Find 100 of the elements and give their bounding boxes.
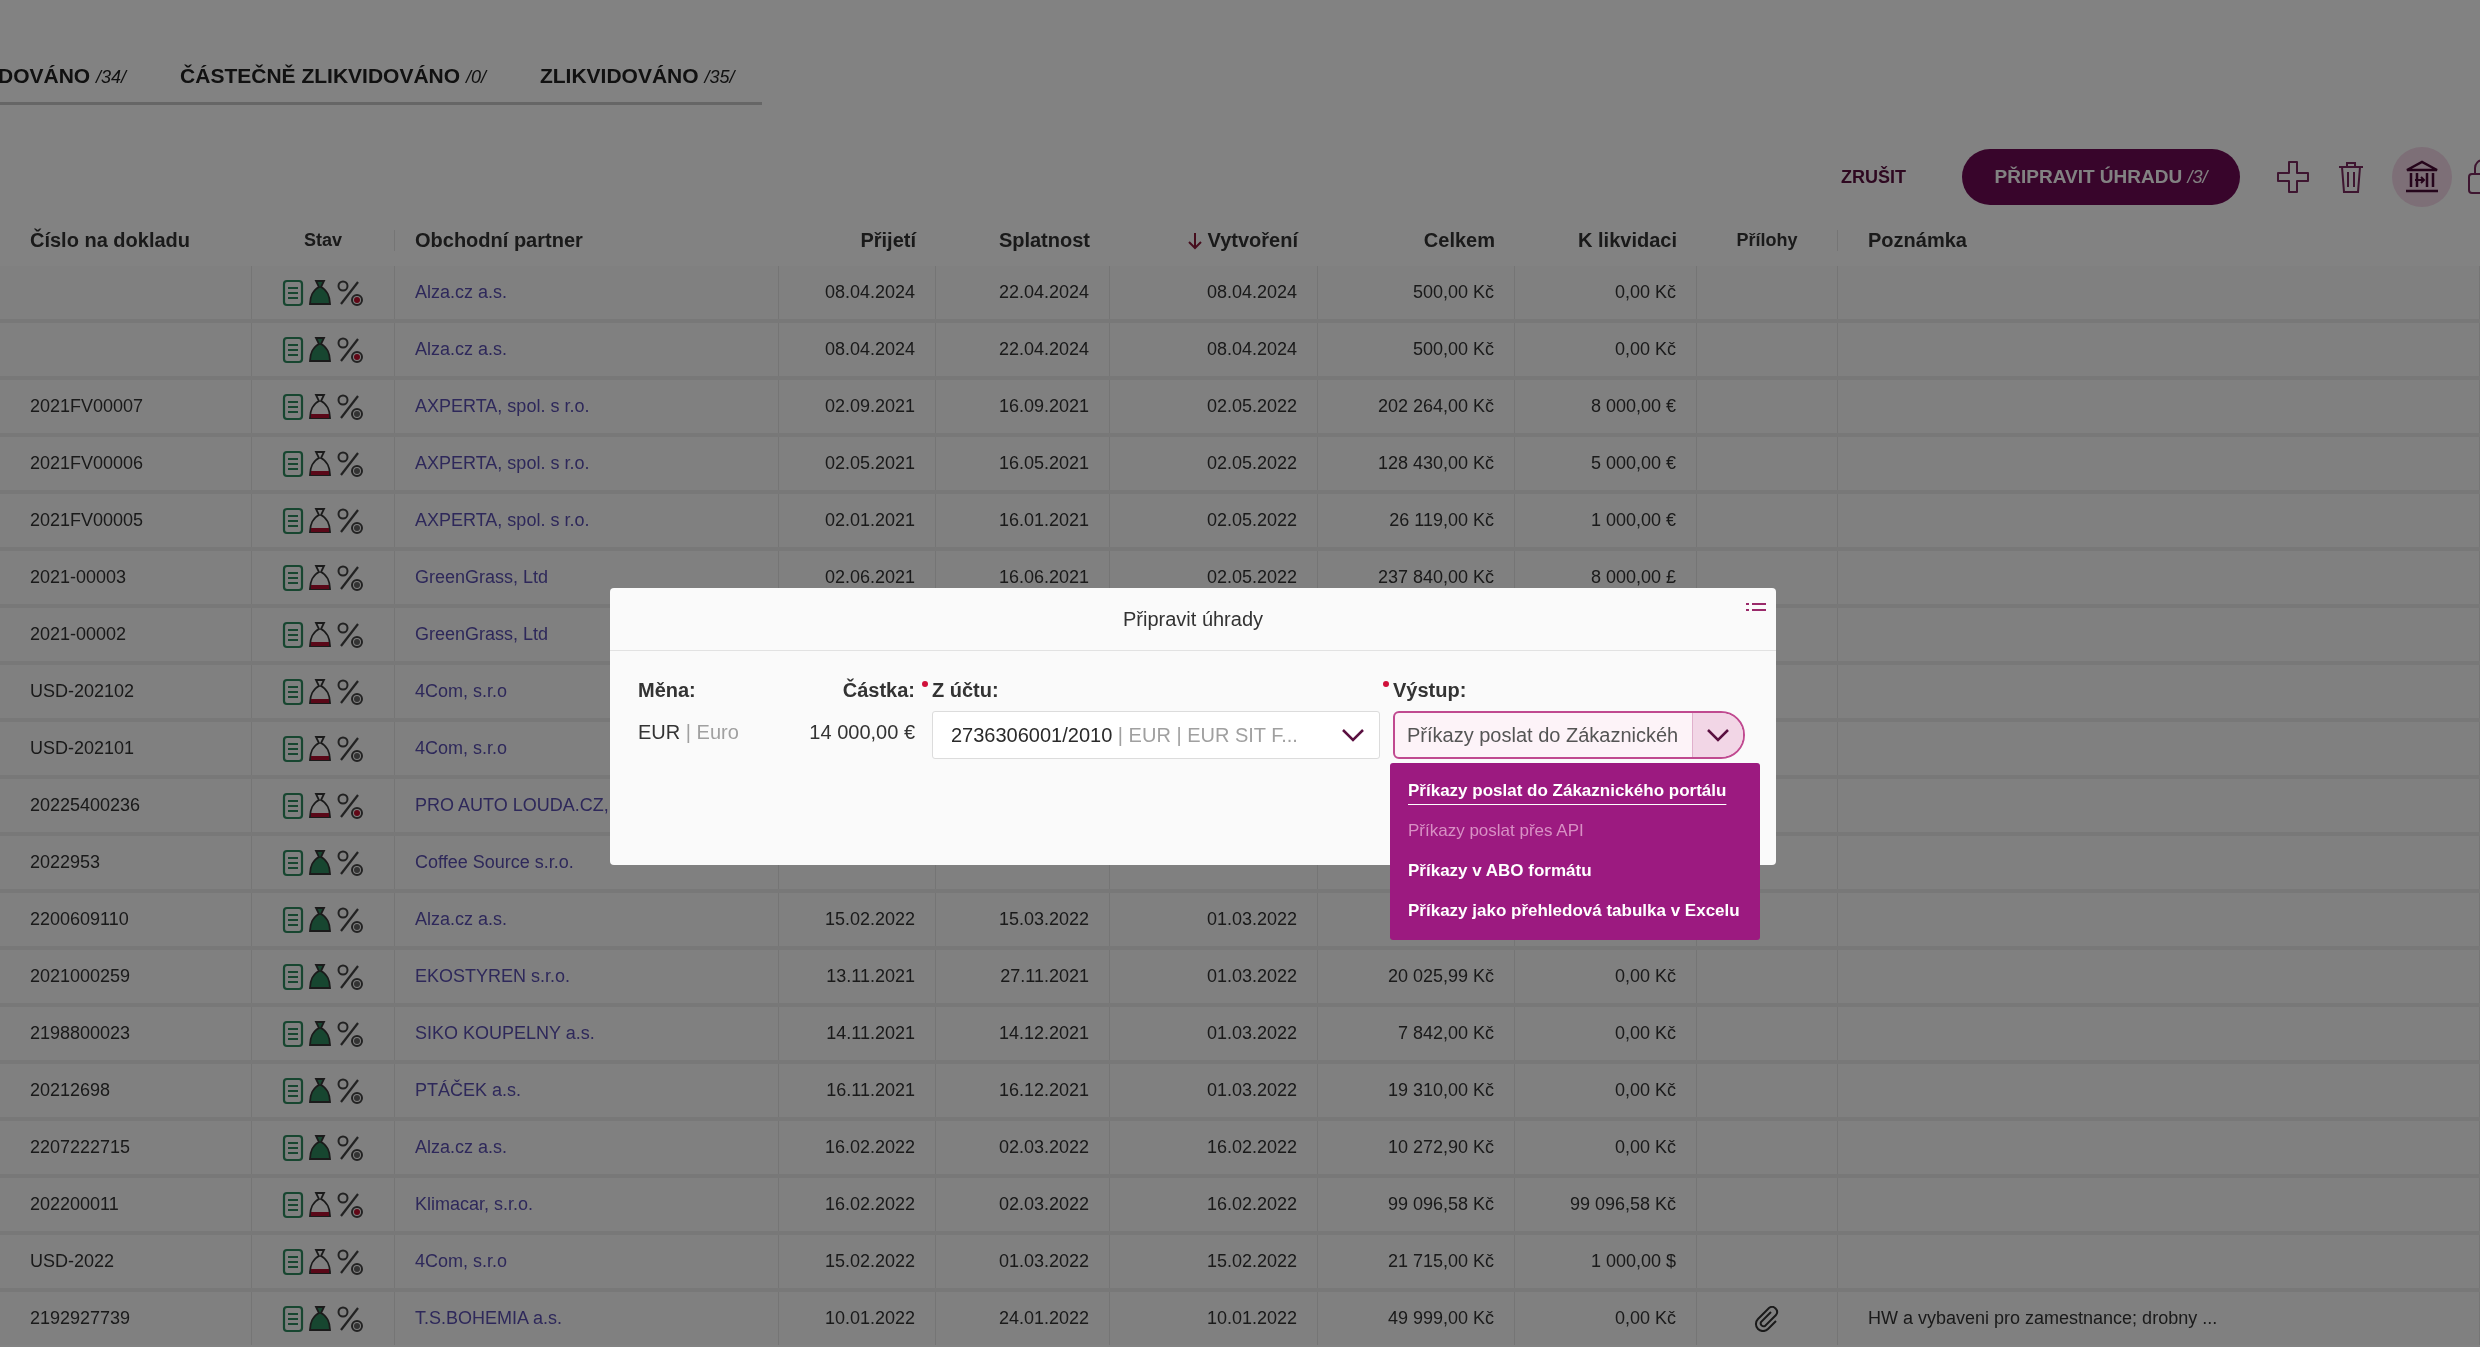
table-cell: 5 000,00 € (1590, 453, 1676, 474)
table-cell: 16.01.2021 (998, 510, 1089, 531)
table-cell: 16.09.2021 (998, 396, 1089, 417)
document-icon (282, 848, 304, 877)
partner-link[interactable]: T.S.BOHEMIA a.s. (415, 1308, 563, 1329)
document-number: 202200011 (30, 1194, 119, 1215)
dropdown-option[interactable]: Příkazy poslat do Zákaznického portálu (1390, 771, 1745, 811)
table-cell: 02.03.2022 (998, 1137, 1089, 1158)
partner-link[interactable]: 4Com, s.r.o (415, 681, 508, 702)
document-icon (282, 1247, 304, 1276)
document-number: USD-202101 (30, 738, 135, 759)
column-label: Poznámka (1868, 229, 1967, 252)
partner-link[interactable]: EKOSTYREN s.r.o. (415, 966, 571, 987)
dropdown-option[interactable]: Příkazy v ABO formátu (1390, 851, 1610, 891)
table-cell: 16.12.2021 (998, 1080, 1089, 1101)
table-cell: 202 264,00 Kč (1377, 396, 1494, 417)
partner-link[interactable]: AXPERTA, spol. s r.o. (415, 510, 590, 531)
table-cell: 22.04.2024 (998, 282, 1089, 303)
dialog-title: Připravit úhrady (1122, 607, 1264, 631)
table-cell: 02.03.2022 (998, 1194, 1089, 1215)
table-cell: 16.05.2021 (998, 453, 1089, 474)
partner-link[interactable]: Coffee Source s.r.o. (415, 852, 574, 873)
column-label: Přílohy (1736, 230, 1798, 251)
partner-link[interactable]: GreenGrass, Ltd (415, 624, 549, 645)
document-icon (282, 620, 304, 649)
cancel-button[interactable]: ZRUŠIT (1841, 160, 1906, 194)
table-cell: 0,00 Kč (1614, 1308, 1676, 1329)
table-cell: 02.09.2021 (824, 396, 915, 417)
document-icon (282, 392, 304, 421)
account-label: Z účtu: (922, 679, 1380, 703)
table-cell: 01.03.2022 (1206, 1023, 1297, 1044)
table-cell: 01.03.2022 (998, 1251, 1089, 1272)
partner-link[interactable]: Alza.cz a.s. (415, 1137, 508, 1158)
column-header[interactable]: Číslo na dokladu (0, 229, 252, 252)
column-header[interactable]: K likvidaci (1515, 229, 1697, 252)
document-icon (282, 734, 304, 763)
table-cell: 8 000,00 £ (1590, 567, 1676, 588)
paperclip-icon[interactable] (1754, 1305, 1780, 1332)
column-header[interactable]: Přijetí (779, 229, 936, 252)
status-tab[interactable]: ČÁSTEČNĚ ZLIKVIDOVÁNO /0/ (180, 64, 486, 88)
partner-link[interactable]: Alza.cz a.s. (415, 282, 508, 303)
column-label: Obchodní partner (415, 229, 583, 252)
document-number: 2192927739 (30, 1308, 131, 1329)
column-header[interactable]: Vytvoření (1110, 229, 1318, 252)
table-cell: 16.06.2021 (998, 567, 1089, 588)
document-number: 2021FV00007 (30, 396, 144, 417)
partner-link[interactable]: SIKO KOUPELNY a.s. (415, 1023, 595, 1044)
column-label: Přijetí (860, 229, 916, 252)
table-cell: 15.02.2022 (1206, 1251, 1297, 1272)
document-number: 20225400236 (30, 795, 141, 816)
document-number: 2021-00003 (30, 567, 127, 588)
status-tab[interactable]: ZLIKVIDOVÁNO /35/ (539, 64, 735, 88)
table-cell: 15.02.2022 (824, 1251, 915, 1272)
partner-link[interactable]: AXPERTA, spol. s r.o. (415, 453, 590, 474)
table-cell: 02.05.2022 (1206, 510, 1297, 531)
document-icon (282, 677, 304, 706)
partner-link[interactable]: PRO AUTO LOUDA.CZ, (415, 795, 609, 816)
table-cell: 01.03.2022 (1206, 1080, 1297, 1101)
table-cell: 0,00 Kč (1614, 1137, 1676, 1158)
table-cell: 49 999,00 Kč (1387, 1308, 1494, 1329)
partner-link[interactable]: 4Com, s.r.o (415, 1251, 508, 1272)
column-label: K likvidaci (1578, 229, 1677, 252)
table-cell: 08.04.2024 (824, 339, 915, 360)
status-tab[interactable]: DOVÁNO /34/ (0, 64, 127, 88)
partner-link[interactable]: Alza.cz a.s. (415, 909, 508, 930)
output-select[interactable]: Příkazy poslat do Zákaznickéh (1393, 711, 1745, 759)
table-cell: 1 000,00 € (1590, 510, 1676, 531)
table-cell: 14.11.2021 (826, 1023, 915, 1044)
partner-link[interactable]: 4Com, s.r.o (415, 738, 508, 759)
column-header[interactable]: Poznámka (1838, 229, 2480, 252)
table-cell: 02.05.2022 (1206, 453, 1297, 474)
document-number: 20212698 (30, 1080, 111, 1101)
column-header[interactable]: Přílohy (1697, 230, 1838, 251)
column-header[interactable]: Celkem (1318, 229, 1515, 252)
table-cell: 15.03.2022 (998, 909, 1089, 930)
table-cell: 237 840,00 Kč (1377, 567, 1494, 588)
document-icon (282, 962, 304, 991)
dropdown-option[interactable]: Příkazy jako přehledová tabulka v Excelu (1390, 891, 1758, 931)
table-cell: 10 272,90 Kč (1387, 1137, 1494, 1158)
column-label: Stav (304, 230, 342, 251)
column-header[interactable]: Stav (252, 230, 395, 251)
partner-link[interactable]: Alza.cz a.s. (415, 339, 508, 360)
document-icon (282, 506, 304, 535)
table-cell: 02.05.2021 (824, 453, 915, 474)
menu-icon[interactable] (1746, 602, 1766, 612)
document-number: 2198800023 (30, 1023, 131, 1044)
partner-link[interactable]: GreenGrass, Ltd (415, 567, 549, 588)
partner-link[interactable]: AXPERTA, spol. s r.o. (415, 396, 590, 417)
table-cell: 16.02.2022 (824, 1194, 915, 1215)
column-header[interactable]: Splatnost (936, 229, 1110, 252)
partner-link[interactable]: Klimacar, s.r.o. (415, 1194, 534, 1215)
prepare-payment-button[interactable]: PŘIPRAVIT ÚHRADU /3/ (1962, 149, 2240, 205)
chevron-icon (1341, 728, 1365, 742)
table-cell: 0,00 Kč (1614, 339, 1676, 360)
column-header[interactable]: Obchodní partner (395, 229, 779, 252)
document-number: USD-2022 (30, 1251, 115, 1272)
account-select[interactable]: 2736306001/2010 | EUR | EUR SIT F... (932, 711, 1380, 759)
plus-icon[interactable] (2276, 160, 2310, 194)
trash-icon[interactable] (2336, 160, 2366, 194)
partner-link[interactable]: PTÁČEK a.s. (415, 1080, 522, 1101)
